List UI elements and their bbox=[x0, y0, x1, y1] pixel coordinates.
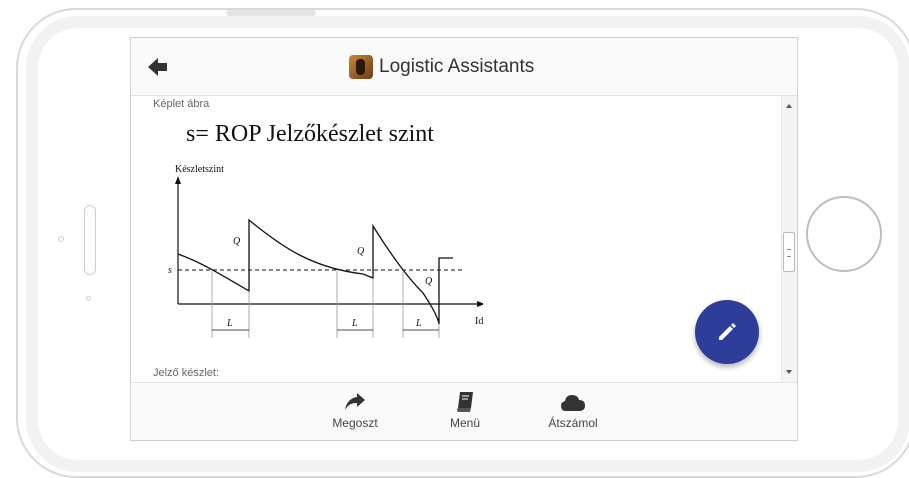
nav-menu-button[interactable]: Menü bbox=[425, 389, 505, 430]
cloud-icon bbox=[561, 395, 585, 411]
y-axis-label: Készletszint bbox=[175, 164, 224, 175]
page-title: Logistic Assistants bbox=[379, 56, 535, 77]
q-label: Q bbox=[233, 236, 241, 247]
section-label-safety-stock: Jelző készlet: bbox=[153, 367, 220, 379]
nav-menu-label: Menü bbox=[449, 416, 481, 430]
phone-side-slot bbox=[84, 205, 96, 275]
nav-recalculate-label: Átszámol bbox=[548, 416, 598, 430]
lead-time-label: L bbox=[351, 318, 358, 329]
nav-share-label: Megoszt bbox=[332, 416, 378, 430]
formula-heading: s= ROP Jelzőkészlet szint bbox=[186, 121, 434, 147]
phone-speaker bbox=[226, 10, 316, 16]
lead-time-label: L bbox=[415, 318, 422, 329]
book-icon bbox=[457, 392, 473, 412]
pencil-icon bbox=[719, 323, 736, 340]
header-title-group: Logistic Assistants bbox=[349, 52, 534, 82]
reorder-level-label: s bbox=[168, 265, 172, 276]
phone-sensor-dot bbox=[86, 296, 91, 301]
section-label-formula: Képlet ábra bbox=[153, 98, 210, 110]
app-screen: Logistic Assistants Képlet ábra s= ROP J… bbox=[130, 37, 798, 441]
app-logo bbox=[349, 55, 373, 79]
bottom-nav-bar: Megoszt Menü Átszámol bbox=[131, 382, 797, 440]
nav-share-button[interactable]: Megoszt bbox=[315, 389, 395, 430]
arrow-left-icon bbox=[148, 58, 167, 76]
inventory-level-diagram: Készletszint Idő s Q Q Q L L bbox=[168, 164, 483, 338]
edit-fab-button[interactable] bbox=[695, 300, 759, 364]
scrollbar-thumb[interactable] bbox=[783, 232, 795, 272]
q-label: Q bbox=[425, 276, 433, 287]
content-area[interactable]: Képlet ábra s= ROP Jelzőkészlet szint Ké… bbox=[131, 96, 783, 382]
inventory-curve bbox=[177, 218, 453, 325]
phone-sensor-dot bbox=[58, 236, 64, 242]
back-button[interactable] bbox=[145, 54, 171, 80]
share-icon bbox=[345, 393, 365, 410]
scroll-up-arrow-icon[interactable] bbox=[786, 104, 792, 108]
vertical-scrollbar[interactable] bbox=[781, 96, 797, 382]
scroll-down-arrow-icon[interactable] bbox=[786, 370, 792, 374]
x-axis-label: Idő bbox=[475, 316, 483, 327]
lead-time-label: L bbox=[226, 318, 233, 329]
phone-home-button[interactable] bbox=[806, 196, 882, 272]
nav-recalculate-button[interactable]: Átszámol bbox=[533, 389, 613, 430]
q-label: Q bbox=[357, 246, 365, 257]
grip-icon bbox=[787, 249, 791, 257]
app-header: Logistic Assistants bbox=[131, 38, 797, 96]
